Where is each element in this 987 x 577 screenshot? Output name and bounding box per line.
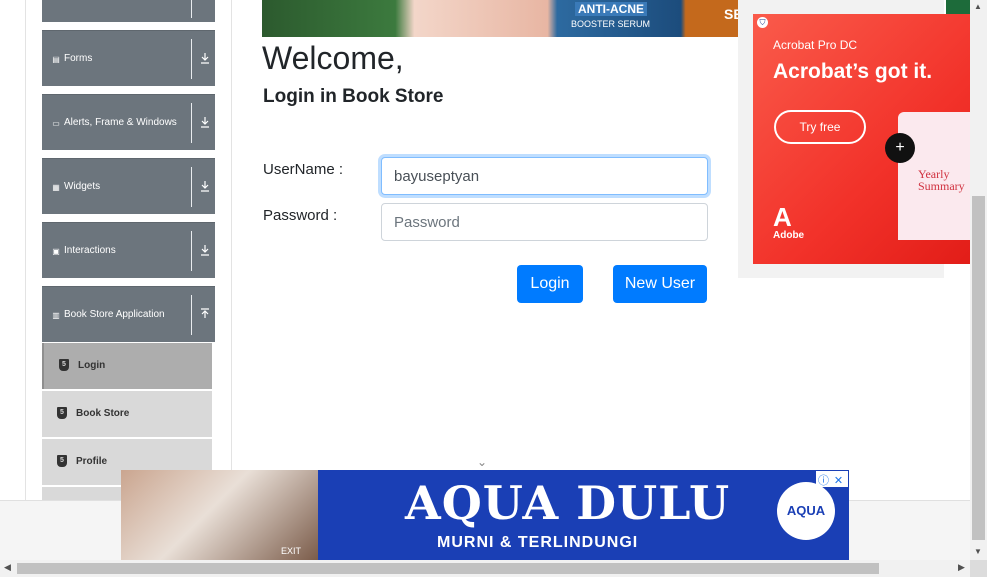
plus-icon[interactable]: + (885, 133, 915, 163)
sidebar-group-interactions[interactable]: ▣ Interactions (42, 222, 215, 278)
page-subtitle: Login in Book Store (263, 86, 444, 107)
aqua-logo: AQUA (777, 482, 835, 540)
upload-icon (201, 308, 209, 318)
username-label: UserName : (263, 161, 344, 178)
left-rail-border (25, 0, 26, 500)
scrollbar-thumb[interactable] (972, 196, 985, 540)
ad-close-icon[interactable]: ✕ (831, 474, 846, 489)
sidebar-group-label: Widgets (64, 181, 101, 192)
adobe-logo-icon: A (773, 202, 792, 232)
login-button[interactable]: Login (517, 265, 583, 303)
ad-text: BOOSTER SERUM (571, 19, 651, 29)
adobe-logo: A Adobe (773, 204, 804, 241)
download-icon (201, 181, 209, 192)
page-title: Welcome, (262, 40, 404, 76)
aqua-ad-banner[interactable]: EXIT AQUA DULU MURNI & TERLINDUNGI AQUA (121, 470, 849, 560)
ad-text: ANTI-ACNE (575, 2, 647, 16)
username-input[interactable] (381, 157, 708, 195)
scroll-right-icon[interactable]: ▶ (958, 562, 965, 573)
ad-controls: ⓘ ✕ (816, 471, 848, 487)
horizontal-scrollbar[interactable]: ◀ ▶ (0, 560, 970, 577)
sidebar-item-login[interactable]: 5 Login (42, 343, 212, 389)
window-icon: ▭ (52, 119, 60, 128)
sidebar-item-label: Login (78, 360, 106, 371)
shield-icon: ⛉ (757, 17, 768, 28)
new-user-button[interactable]: New User (613, 265, 707, 303)
sidebar-separator (191, 0, 192, 18)
top-ad-banner[interactable]: ANTI-ACNE BOOSTER SERUM SEJA (262, 0, 738, 37)
sidebar-separator (191, 295, 192, 335)
grid-icon: ▦ (52, 183, 60, 192)
ad-product-name: Acrobat Pro DC (773, 38, 858, 52)
download-icon (201, 245, 209, 256)
ad-exit-sign: EXIT (281, 546, 302, 556)
scroll-up-icon[interactable]: ▲ (974, 2, 982, 11)
chevron-down-icon[interactable]: ⌄ (477, 455, 487, 469)
html5-icon: 5 (57, 455, 67, 467)
try-free-button[interactable]: Try free (774, 110, 866, 144)
download-icon (201, 117, 209, 128)
download-icon (201, 53, 209, 64)
sidebar-group-book-store[interactable]: ▥ Book Store Application (42, 286, 215, 342)
ad-headline: Acrobat’s got it. (773, 60, 933, 83)
sidebar-item-label: Book Store (76, 408, 130, 419)
sidebar-right-border (231, 0, 232, 500)
interaction-icon: ▣ (52, 247, 60, 256)
ad-preview-text: Yearly Summary (918, 167, 965, 193)
ad-brand: AQUA DULU (405, 476, 731, 530)
sidebar-group-widgets[interactable]: ▦ Widgets (42, 158, 215, 214)
scrollbar-thumb[interactable] (17, 563, 879, 574)
side-ad-edge (946, 0, 970, 14)
book-icon: ▥ (52, 311, 60, 320)
sidebar-item-book-store[interactable]: 5 Book Store (42, 391, 212, 437)
sidebar-group-label: Forms (64, 53, 93, 64)
sidebar-group-label: Interactions (64, 245, 116, 256)
vertical-scrollbar[interactable]: ▲ ▼ (970, 0, 987, 560)
password-label: Password : (263, 207, 338, 224)
laptop-preview: Yearly Summary (898, 112, 970, 240)
ad-tagline: MURNI & TERLINDUNGI (437, 534, 639, 551)
form-icon: ▤ (52, 55, 60, 64)
acrobat-ad[interactable]: Acrobat Pro DC Acrobat’s got it. Try fre… (753, 14, 970, 264)
scroll-down-icon[interactable]: ▼ (974, 547, 982, 556)
ad-text: SEJA (724, 6, 738, 22)
scroll-left-icon[interactable]: ◀ (4, 562, 11, 573)
sidebar-group-label: Book Store Application (64, 309, 165, 320)
sidebar-group-elements[interactable] (42, 0, 215, 22)
ad-info-icon[interactable]: ⓘ (816, 474, 831, 489)
sidebar-separator (191, 231, 192, 271)
scrollbar-corner (970, 560, 987, 577)
sidebar-separator (191, 167, 192, 207)
sidebar-item-label: Profile (76, 456, 108, 467)
adobe-brand: Adobe (773, 230, 805, 241)
sidebar-group-forms[interactable]: ▤ Forms (42, 30, 215, 86)
sidebar-group-alerts[interactable]: ▭ Alerts, Frame & Windows (42, 94, 215, 150)
password-input[interactable] (381, 203, 708, 241)
sidebar-group-label: Alerts, Frame & Windows (64, 117, 177, 128)
html5-icon: 5 (57, 407, 67, 419)
html5-icon: 5 (59, 359, 69, 371)
sidebar-separator (191, 103, 192, 143)
sidebar-separator (191, 39, 192, 79)
